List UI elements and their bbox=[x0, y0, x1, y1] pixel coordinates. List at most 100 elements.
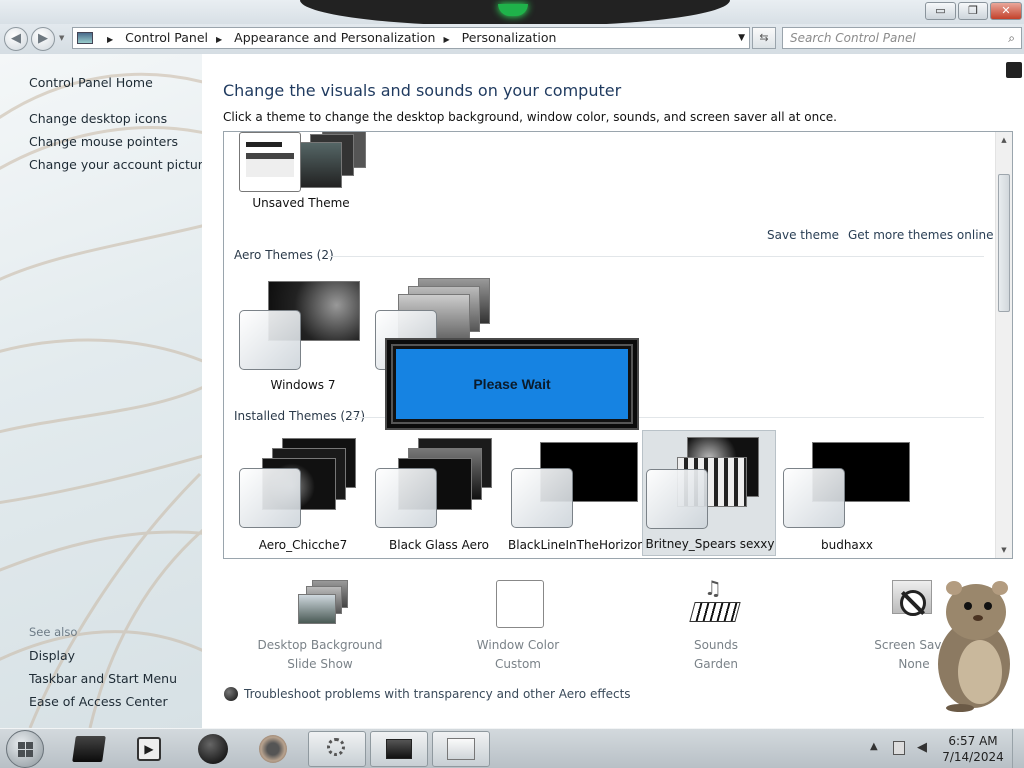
installed-themes-heading: Installed Themes (27) bbox=[234, 409, 366, 423]
back-button[interactable]: ◀ bbox=[4, 27, 28, 51]
taskbar-personalization[interactable] bbox=[370, 731, 428, 767]
volume-icon[interactable]: ◀ bbox=[917, 740, 927, 755]
search-icon[interactable]: ⌕ bbox=[1008, 28, 1015, 48]
theme-tile-britney-spears[interactable]: Britney_Spears sexxy bbox=[642, 430, 776, 556]
control-panel-icon bbox=[323, 736, 351, 762]
theme-list-scrollbar[interactable]: ▲ ▼ bbox=[995, 132, 1012, 558]
taskbar-app-3[interactable] bbox=[184, 731, 242, 767]
breadcrumb-separator-icon[interactable]: ▶ bbox=[216, 35, 222, 44]
sounds-option[interactable]: ♫ Sounds Garden bbox=[646, 576, 786, 671]
media-player-icon: ▶ bbox=[137, 737, 161, 761]
window-color-swatch bbox=[239, 310, 301, 370]
theme-name: Black Glass Aero bbox=[389, 538, 489, 552]
theme-tile-budhaxx[interactable]: budhaxx bbox=[780, 430, 914, 556]
breadcrumb-appearance[interactable]: Appearance and Personalization bbox=[234, 30, 435, 45]
sounds-icon: ♫ bbox=[688, 576, 744, 632]
maximize-button[interactable]: ❐ bbox=[958, 2, 988, 20]
taskbar-media-player[interactable]: ▶ bbox=[120, 731, 178, 767]
change-account-picture-link[interactable]: Change your account picture bbox=[29, 157, 202, 172]
forward-button[interactable]: ▶ bbox=[31, 27, 55, 51]
window-color-option[interactable]: Window Color Custom bbox=[448, 580, 588, 671]
option-value: Slide Show bbox=[287, 657, 353, 671]
option-value: Custom bbox=[495, 657, 541, 671]
theme-name: Britney_Spears sexxy bbox=[645, 537, 775, 551]
taskbar-explorer[interactable] bbox=[432, 731, 490, 767]
refresh-icon: ⇆ bbox=[759, 31, 769, 44]
breadcrumb-separator-icon[interactable]: ▶ bbox=[443, 35, 449, 44]
window-color-swatch bbox=[646, 469, 708, 529]
taskbar-app-1[interactable] bbox=[60, 731, 118, 767]
change-desktop-icons-link[interactable]: Change desktop icons bbox=[29, 111, 167, 126]
monitor-icon bbox=[386, 739, 412, 759]
taskbar-firefox[interactable] bbox=[244, 731, 302, 767]
control-panel-home-link[interactable]: Control Panel Home bbox=[29, 75, 153, 90]
option-label: Sounds bbox=[693, 638, 739, 652]
theme-tile-blacklineinthehorizon[interactable]: BlackLineInTheHorizon bbox=[508, 430, 645, 556]
windows-logo-icon bbox=[18, 742, 33, 757]
theme-tile-black-glass-aero[interactable]: Black Glass Aero bbox=[372, 430, 506, 556]
start-button[interactable] bbox=[6, 730, 44, 768]
option-label: Desktop Background bbox=[257, 638, 383, 652]
hamster-gadget[interactable] bbox=[930, 572, 1016, 712]
show-hidden-icons-chevron-icon[interactable]: ▲ bbox=[870, 741, 878, 752]
recent-pages-chevron-icon[interactable]: ▼ bbox=[59, 34, 64, 42]
decorative-bezel bbox=[300, 0, 730, 26]
change-mouse-pointers-link[interactable]: Change mouse pointers bbox=[29, 134, 178, 149]
desktop-background-option[interactable]: Desktop Background Slide Show bbox=[250, 580, 390, 671]
scroll-up-icon[interactable]: ▲ bbox=[996, 132, 1012, 148]
taskbar-control-panel[interactable] bbox=[308, 731, 366, 767]
troubleshoot-link[interactable]: Troubleshoot problems with transparency … bbox=[224, 687, 631, 701]
taskbar-start-menu-link[interactable]: Taskbar and Start Menu bbox=[29, 671, 177, 686]
group-divider bbox=[328, 256, 984, 257]
close-button[interactable]: ✕ bbox=[990, 2, 1022, 20]
window-color-icon bbox=[490, 580, 546, 632]
ease-of-access-link[interactable]: Ease of Access Center bbox=[29, 694, 168, 709]
breadcrumb-separator-icon[interactable]: ▶ bbox=[107, 35, 113, 44]
control-panel-icon bbox=[77, 32, 93, 44]
system-clock[interactable]: 6:57 AM 7/14/2024 bbox=[940, 733, 1006, 765]
address-bar[interactable]: ▶ Control Panel ▶ Appearance and Personal… bbox=[72, 27, 750, 49]
window-color-swatch bbox=[783, 468, 845, 528]
help-icon[interactable] bbox=[1006, 62, 1022, 78]
please-wait-message: Please Wait bbox=[391, 344, 633, 424]
navigation-bar: ◀ ▶ ▼ ▶ Control Panel ▶ Appearance and Pe… bbox=[0, 24, 1024, 54]
indicator-light bbox=[498, 4, 528, 16]
theme-name: Aero_Chicche7 bbox=[258, 538, 348, 552]
breadcrumb-control-panel[interactable]: Control Panel bbox=[125, 30, 208, 45]
taskbar: ▶ ▲ ◀ 6:57 AM 7/14/2024 bbox=[0, 728, 1024, 768]
network-icon[interactable] bbox=[893, 741, 905, 755]
get-more-themes-link[interactable]: Get more themes online bbox=[848, 228, 994, 242]
display-link[interactable]: Display bbox=[29, 648, 75, 663]
page-title: Change the visuals and sounds on your co… bbox=[223, 81, 622, 100]
scroll-down-icon[interactable]: ▼ bbox=[996, 542, 1012, 558]
theme-name: BlackLineInTheHorizon bbox=[508, 538, 645, 552]
firefox-icon bbox=[259, 735, 287, 763]
sidebar: Control Panel Home Change desktop icons … bbox=[0, 54, 202, 728]
troubleshoot-orb-icon bbox=[224, 687, 238, 701]
theme-preview-image bbox=[298, 142, 342, 188]
scrollbar-thumb[interactable] bbox=[998, 174, 1010, 312]
clock-date: 7/14/2024 bbox=[942, 750, 1004, 764]
theme-name: budhaxx bbox=[820, 538, 873, 552]
theme-name: Unsaved Theme bbox=[252, 196, 350, 210]
theme-tile-aero-chicche7[interactable]: Aero_Chicche7 bbox=[236, 430, 370, 556]
search-input[interactable]: Search Control Panel ⌕ bbox=[782, 27, 1022, 49]
see-also-heading: See also bbox=[29, 625, 78, 639]
theme-tile-unsaved[interactable]: Unsaved Theme bbox=[234, 132, 368, 248]
show-desktop-button[interactable] bbox=[1012, 729, 1024, 768]
save-theme-link[interactable]: Save theme bbox=[767, 228, 839, 242]
window-color-swatch bbox=[239, 468, 301, 528]
black-orb-icon bbox=[198, 734, 228, 764]
search-placeholder: Search Control Panel bbox=[790, 31, 916, 45]
breadcrumb-personalization[interactable]: Personalization bbox=[462, 30, 557, 45]
refresh-button[interactable]: ⇆ bbox=[752, 27, 776, 49]
minimize-button[interactable]: ▭ bbox=[925, 2, 956, 20]
aero-themes-heading: Aero Themes (2) bbox=[234, 248, 334, 262]
please-wait-dialog: Please Wait bbox=[385, 338, 639, 430]
address-dropdown-icon[interactable]: ▼ bbox=[738, 28, 745, 48]
troubleshoot-label: Troubleshoot problems with transparency … bbox=[244, 687, 631, 701]
page-subtitle: Click a theme to change the desktop back… bbox=[223, 110, 837, 124]
title-bar: ▭ ❐ ✕ bbox=[0, 0, 1024, 26]
desktop-background-icon bbox=[292, 580, 348, 632]
theme-tile-windows7[interactable]: Windows 7 bbox=[236, 270, 370, 396]
